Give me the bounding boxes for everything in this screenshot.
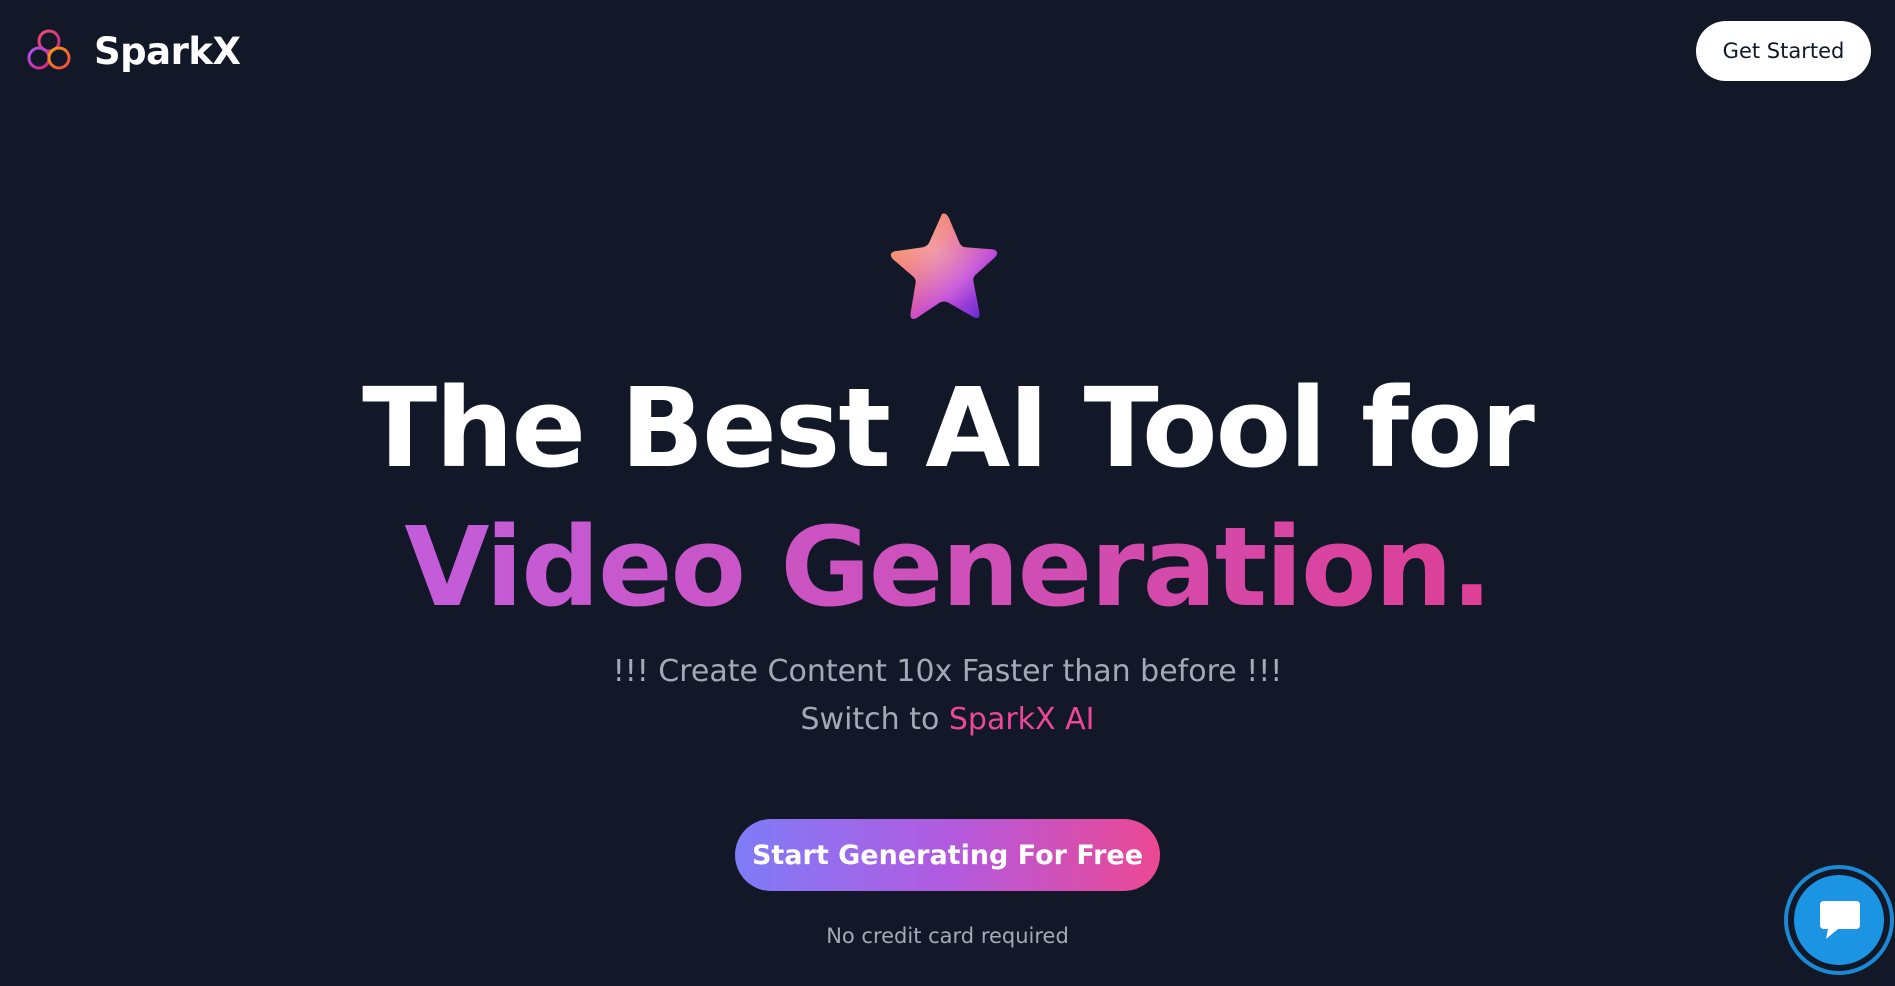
start-generating-button[interactable]: Start Generating For Free [735,819,1160,891]
brand-home-link[interactable]: SparkX [24,26,241,76]
site-header: SparkX Get Started [0,0,1895,100]
switch-brand: SparkX AI [948,702,1095,737]
no-credit-card-note: No credit card required [826,924,1069,948]
get-started-button[interactable]: Get Started [1696,21,1871,81]
headline-line-1: The Best AI Tool for [362,364,1535,492]
gradient-star-icon [890,213,998,319]
interlinked-rings-logo-icon [27,29,71,70]
headline-highlight: Video Generation. [404,503,1492,631]
landing-page: SparkX Get Started The Best AI Tool for … [0,0,1895,986]
headline-line-2: Video Generation. [0,503,1895,631]
switch-line: Switch to SparkX AI [0,700,1895,740]
brand-name: SparkX [94,29,241,73]
chat-bubble-icon [1820,901,1860,939]
switch-prefix: Switch to [800,702,949,737]
tagline: !!! Create Content 10x Faster than befor… [612,654,1283,689]
chat-widget-button[interactable] [1784,865,1894,975]
chat-widget-inner [1794,875,1884,965]
